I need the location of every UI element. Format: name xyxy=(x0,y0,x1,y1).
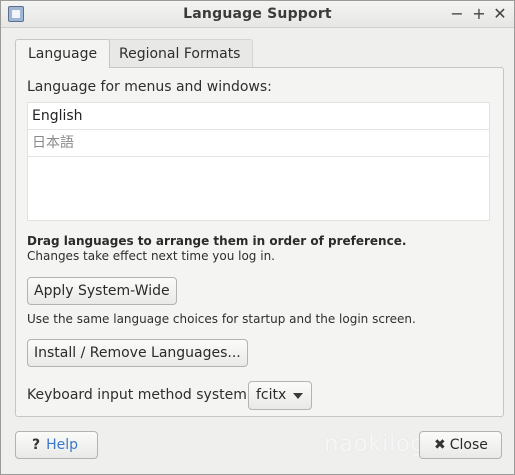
language-item-japanese[interactable]: 日本語 xyxy=(28,130,489,157)
help-button[interactable]: ? Help xyxy=(15,431,98,459)
apply-hint: Use the same language choices for startu… xyxy=(27,312,416,326)
language-support-window: Language Support − + ✕ Language Regional… xyxy=(0,0,515,475)
close-label: Close xyxy=(449,437,488,453)
dropdown-caret-icon xyxy=(293,393,303,399)
keyboard-input-method-label: Keyboard input method system: xyxy=(27,387,252,403)
window-title: Language Support xyxy=(183,6,332,22)
close-window-icon[interactable]: ✕ xyxy=(491,4,509,24)
close-button[interactable]: ✖ Close xyxy=(419,431,502,459)
effect-hint: Changes take effect next time you log in… xyxy=(27,249,275,263)
question-icon: ? xyxy=(32,437,41,453)
drag-hint: Drag languages to arrange them in order … xyxy=(27,234,407,248)
keyboard-input-method-select[interactable]: fcitx xyxy=(248,381,312,410)
menus-language-label: Language for menus and windows: xyxy=(27,79,272,95)
title-bar[interactable]: Language Support − + ✕ xyxy=(1,1,514,28)
minimize-icon[interactable]: − xyxy=(448,4,466,24)
install-remove-languages-button[interactable]: Install / Remove Languages... xyxy=(27,339,248,367)
language-list[interactable]: English 日本語 xyxy=(27,102,490,221)
tab-regional-formats[interactable]: Regional Formats xyxy=(106,39,254,67)
help-label: Help xyxy=(46,437,79,453)
close-x-icon: ✖ xyxy=(434,437,446,453)
keyboard-input-method-value: fcitx xyxy=(256,387,287,403)
tab-language[interactable]: Language xyxy=(15,39,111,68)
apply-system-wide-button[interactable]: Apply System-Wide xyxy=(27,277,177,305)
maximize-icon[interactable]: + xyxy=(470,4,488,24)
language-item-english[interactable]: English xyxy=(28,103,489,130)
